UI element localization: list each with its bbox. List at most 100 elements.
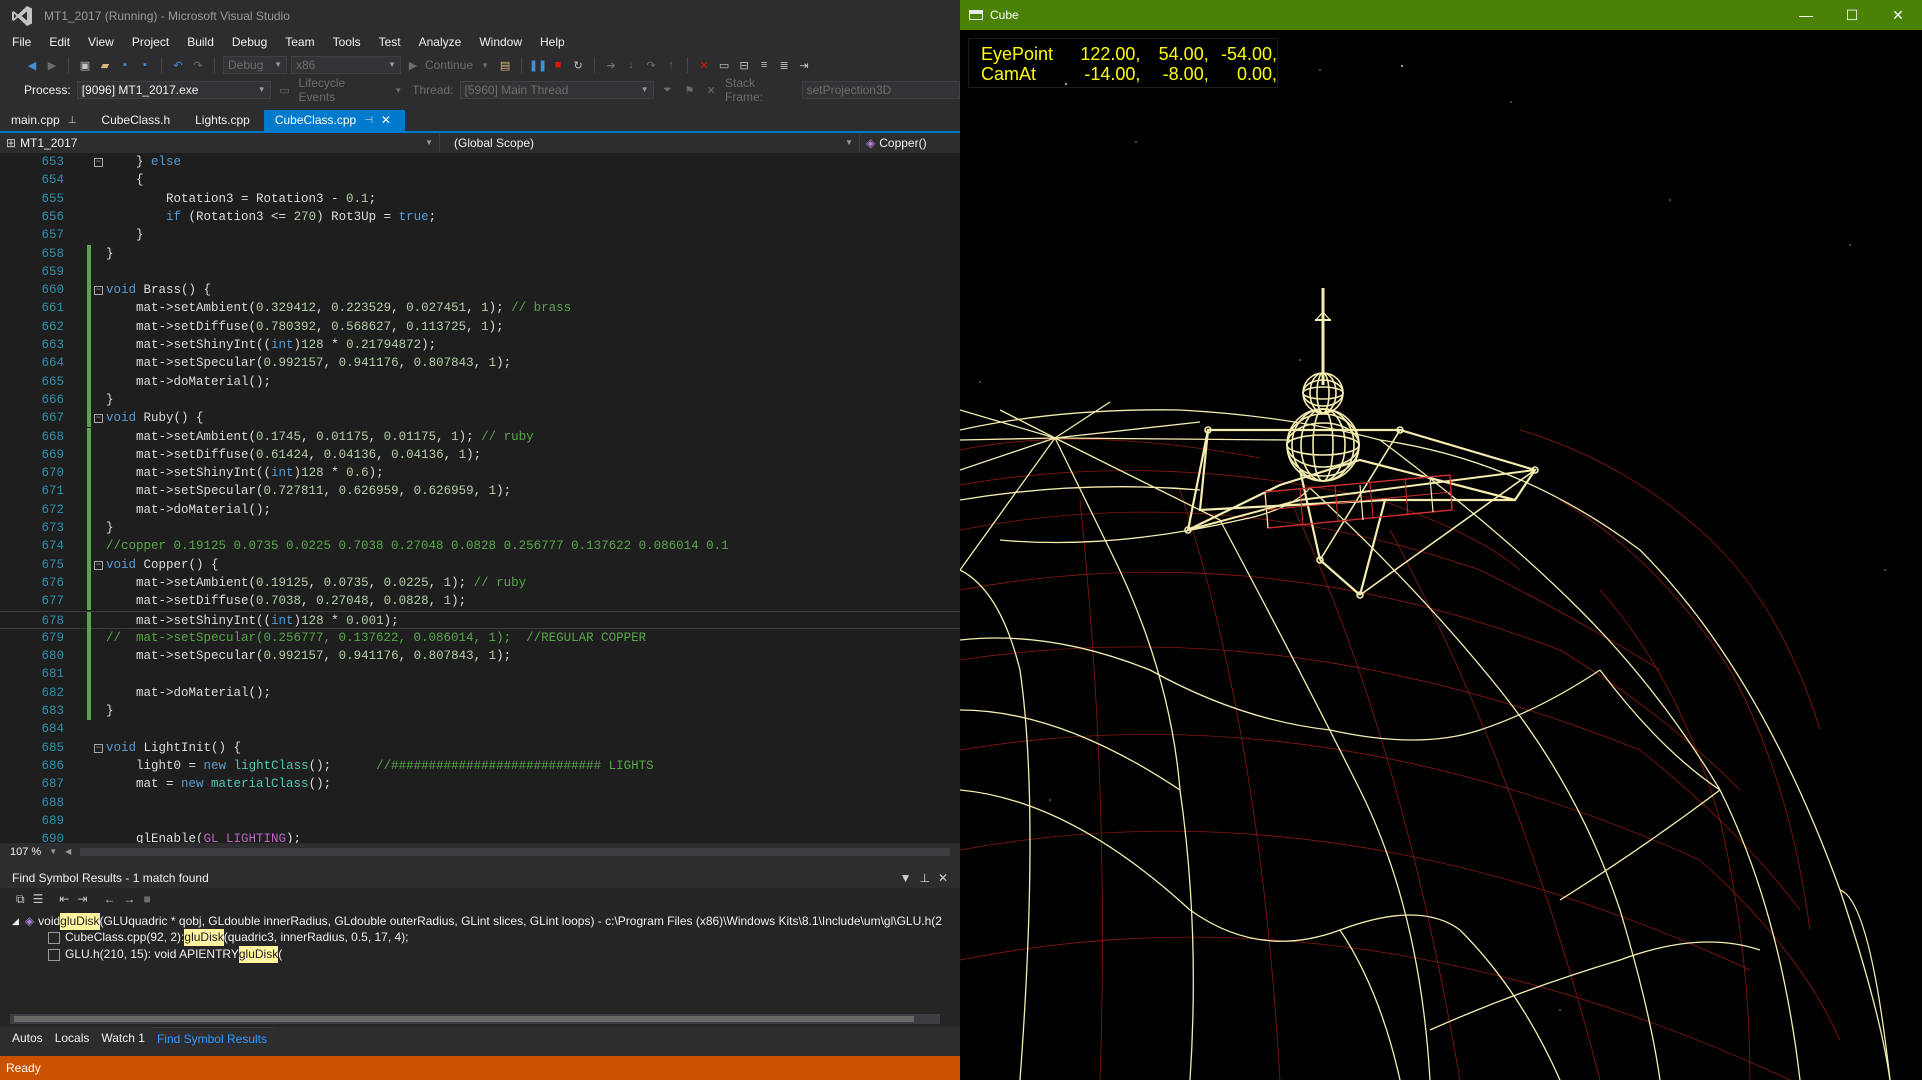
forward-arrow-icon[interactable]: → — [123, 892, 135, 906]
break-all-icon[interactable]: ❚❚ — [529, 57, 547, 73]
redo-icon[interactable]: ↷ — [190, 57, 206, 73]
close-icon[interactable]: ✕ — [1875, 0, 1921, 30]
menu-build[interactable]: Build — [178, 32, 223, 52]
code-line[interactable]: 680 mat->setSpecular(0.992157, 0.941176,… — [0, 647, 960, 666]
code-line[interactable]: 660 − void Brass() { — [0, 281, 960, 300]
opengl-viewport[interactable] — [960, 30, 1922, 1080]
project-dropdown[interactable]: ⊞ MT1_2017 ▼ — [0, 134, 440, 152]
code-line[interactable]: 673} — [0, 519, 960, 538]
filter-icon[interactable]: ⏷ — [660, 82, 676, 98]
code-line[interactable]: 690 glEnable(GL_LIGHTING); — [0, 830, 960, 843]
code-line[interactable]: 656 if (Rotation3 <= 270) Rot3Up = true; — [0, 208, 960, 226]
chevron-down-icon[interactable]: ▼ — [390, 82, 406, 98]
indent-icon[interactable]: ⇥ — [796, 57, 812, 73]
code-line[interactable]: 685 − void LightInit() { — [0, 739, 960, 757]
code-line[interactable]: 653 − } else — [0, 153, 960, 171]
code-line[interactable]: 682 mat->doMaterial(); — [0, 683, 960, 702]
continue-button[interactable]: Continue — [425, 58, 473, 72]
stop-debugging-icon[interactable]: ■ — [550, 57, 566, 73]
close-icon[interactable]: ✕ — [938, 871, 948, 885]
chevron-down-icon[interactable]: ▼ — [477, 57, 493, 73]
chevron-down-icon[interactable]: ▼ — [49, 847, 57, 856]
code-line[interactable]: 663 mat->setShinyInt((int)128 * 0.217948… — [0, 336, 960, 355]
collapse-icon[interactable]: − — [94, 286, 103, 296]
code-line[interactable]: 655 Rotation3 = Rotation3 - 0.1; — [0, 190, 960, 208]
pin-icon[interactable]: ⊥ — [919, 871, 929, 885]
code-line[interactable]: 677 mat->setDiffuse(0.7038, 0.27048, 0.0… — [0, 592, 960, 611]
code-line[interactable]: 665 mat->doMaterial(); — [0, 372, 960, 391]
code-line[interactable]: 654 { — [0, 171, 960, 189]
scroll-left-icon[interactable]: ◀ — [65, 847, 71, 856]
code-line[interactable]: 681 — [0, 665, 960, 684]
menu-help[interactable]: Help — [531, 32, 574, 52]
go-to-previous-icon[interactable]: ⇤ — [59, 892, 69, 906]
code-line[interactable]: 664 mat->setSpecular(0.992157, 0.941176,… — [0, 354, 960, 373]
process-dropdown[interactable]: [9096] MT1_2017.exe ▼ — [76, 81, 271, 99]
stop-search-icon[interactable]: ■ — [143, 892, 150, 906]
back-arrow-icon[interactable]: ← — [103, 892, 115, 906]
find-result-reference[interactable]: GLU.h(210, 15): void APIENTRY gluDisk( — [0, 946, 945, 963]
step-out-icon[interactable]: ↑ — [663, 57, 679, 73]
code-line[interactable]: 686 light0 = new lightClass(); //#######… — [0, 757, 960, 775]
flag-threads-icon[interactable]: ⚑ — [681, 82, 697, 98]
menu-analyze[interactable]: Analyze — [410, 32, 471, 52]
code-line[interactable]: 662 mat->setDiffuse(0.780392, 0.568627, … — [0, 317, 960, 336]
tab-watch-1[interactable]: Watch 1 — [95, 1027, 151, 1049]
restart-icon[interactable]: ↻ — [570, 57, 586, 73]
code-line[interactable]: 672 mat->doMaterial(); — [0, 500, 960, 519]
code-line[interactable]: 684 — [0, 720, 960, 738]
collapse-icon[interactable]: − — [94, 414, 103, 424]
step-into-icon[interactable]: ↓ — [623, 57, 639, 73]
thread-dropdown[interactable]: [5960] Main Thread ▼ — [459, 81, 654, 99]
code-line[interactable]: 675 − void Copper() { — [0, 555, 960, 574]
menu-team[interactable]: Team — [276, 32, 323, 52]
lifecycle-events-button[interactable]: Lifecycle Events — [299, 76, 385, 104]
copy-icon[interactable]: ⧉ — [16, 892, 25, 907]
menu-tools[interactable]: Tools — [324, 32, 370, 52]
show-next-statement-icon[interactable]: ➔ — [603, 57, 619, 73]
code-line[interactable]: 674 //copper 0.19125 0.0735 0.0225 0.7038… — [0, 537, 960, 556]
code-line[interactable]: 666} — [0, 390, 960, 410]
code-editor[interactable]: 653− } else 654 {655 Rotation3 = Rotation… — [0, 153, 960, 843]
code-line[interactable]: 688 — [0, 794, 960, 812]
code-line[interactable]: 670 mat->setShinyInt((int)128 * 0.6); — [0, 464, 960, 483]
lifecycle-events-icon[interactable]: ▭ — [277, 82, 293, 98]
menu-debug[interactable]: Debug — [223, 32, 276, 52]
minimize-icon[interactable]: — — [1783, 0, 1829, 30]
clear-all-icon[interactable]: ☰ — [33, 892, 44, 906]
hex-display-icon[interactable]: ▭ — [716, 57, 732, 73]
go-to-next-icon[interactable]: ⇥ — [77, 892, 87, 906]
find-result-reference[interactable]: CubeClass.cpp(92, 2): gluDisk (quadric3, … — [0, 929, 945, 946]
new-project-icon[interactable]: ▣ — [77, 57, 93, 73]
code-line[interactable]: 669 mat->setDiffuse(0.61424, 0.04136, 0.… — [0, 445, 960, 465]
code-line[interactable]: 667 − void Ruby() { — [0, 409, 960, 428]
code-line[interactable]: 683} — [0, 702, 960, 721]
code-line[interactable]: 657 } — [0, 226, 960, 244]
code-line[interactable]: 689 — [0, 812, 960, 830]
menu-file[interactable]: File — [0, 32, 40, 52]
continue-play-icon[interactable]: ▶ — [405, 57, 421, 73]
back-icon[interactable]: ◀ — [24, 57, 40, 73]
pin-icon[interactable]: ⊣ — [364, 110, 373, 131]
tab-autos[interactable]: Autos — [6, 1027, 49, 1049]
menu-view[interactable]: View — [79, 32, 123, 52]
comment-icon[interactable]: ≡ — [756, 57, 772, 73]
save-all-icon[interactable]: ▪ — [137, 57, 153, 73]
member-dropdown[interactable]: ◈ Copper() — [860, 134, 960, 152]
code-line[interactable]: 687 mat = new materialClass(); — [0, 775, 960, 793]
breakpoints-icon[interactable]: ✕ — [696, 57, 712, 73]
menu-window[interactable]: Window — [470, 32, 531, 52]
undo-icon[interactable]: ↶ — [170, 57, 186, 73]
bookmark-icon[interactable]: ⊟ — [736, 57, 752, 73]
save-icon[interactable]: ▪ — [117, 57, 133, 73]
close-icon[interactable]: ✕ — [381, 110, 391, 131]
open-file-icon[interactable]: ▰ — [97, 57, 113, 73]
collapse-icon[interactable]: − — [94, 743, 103, 753]
code-line[interactable]: 671 mat->setSpecular(0.727811, 0.626959,… — [0, 482, 960, 501]
zoom-level[interactable]: 107 % — [10, 846, 41, 858]
menu-project[interactable]: Project — [123, 32, 178, 52]
code-line[interactable]: 678 mat->setShinyInt((int)128 * 0.001); — [0, 610, 960, 630]
find-panel-horizontal-scrollbar[interactable] — [10, 1014, 940, 1024]
scope-dropdown[interactable]: (Global Scope) ▼ — [440, 134, 860, 152]
code-line[interactable]: 676 mat->setAmbient(0.19125, 0.0735, 0.0… — [0, 573, 960, 593]
